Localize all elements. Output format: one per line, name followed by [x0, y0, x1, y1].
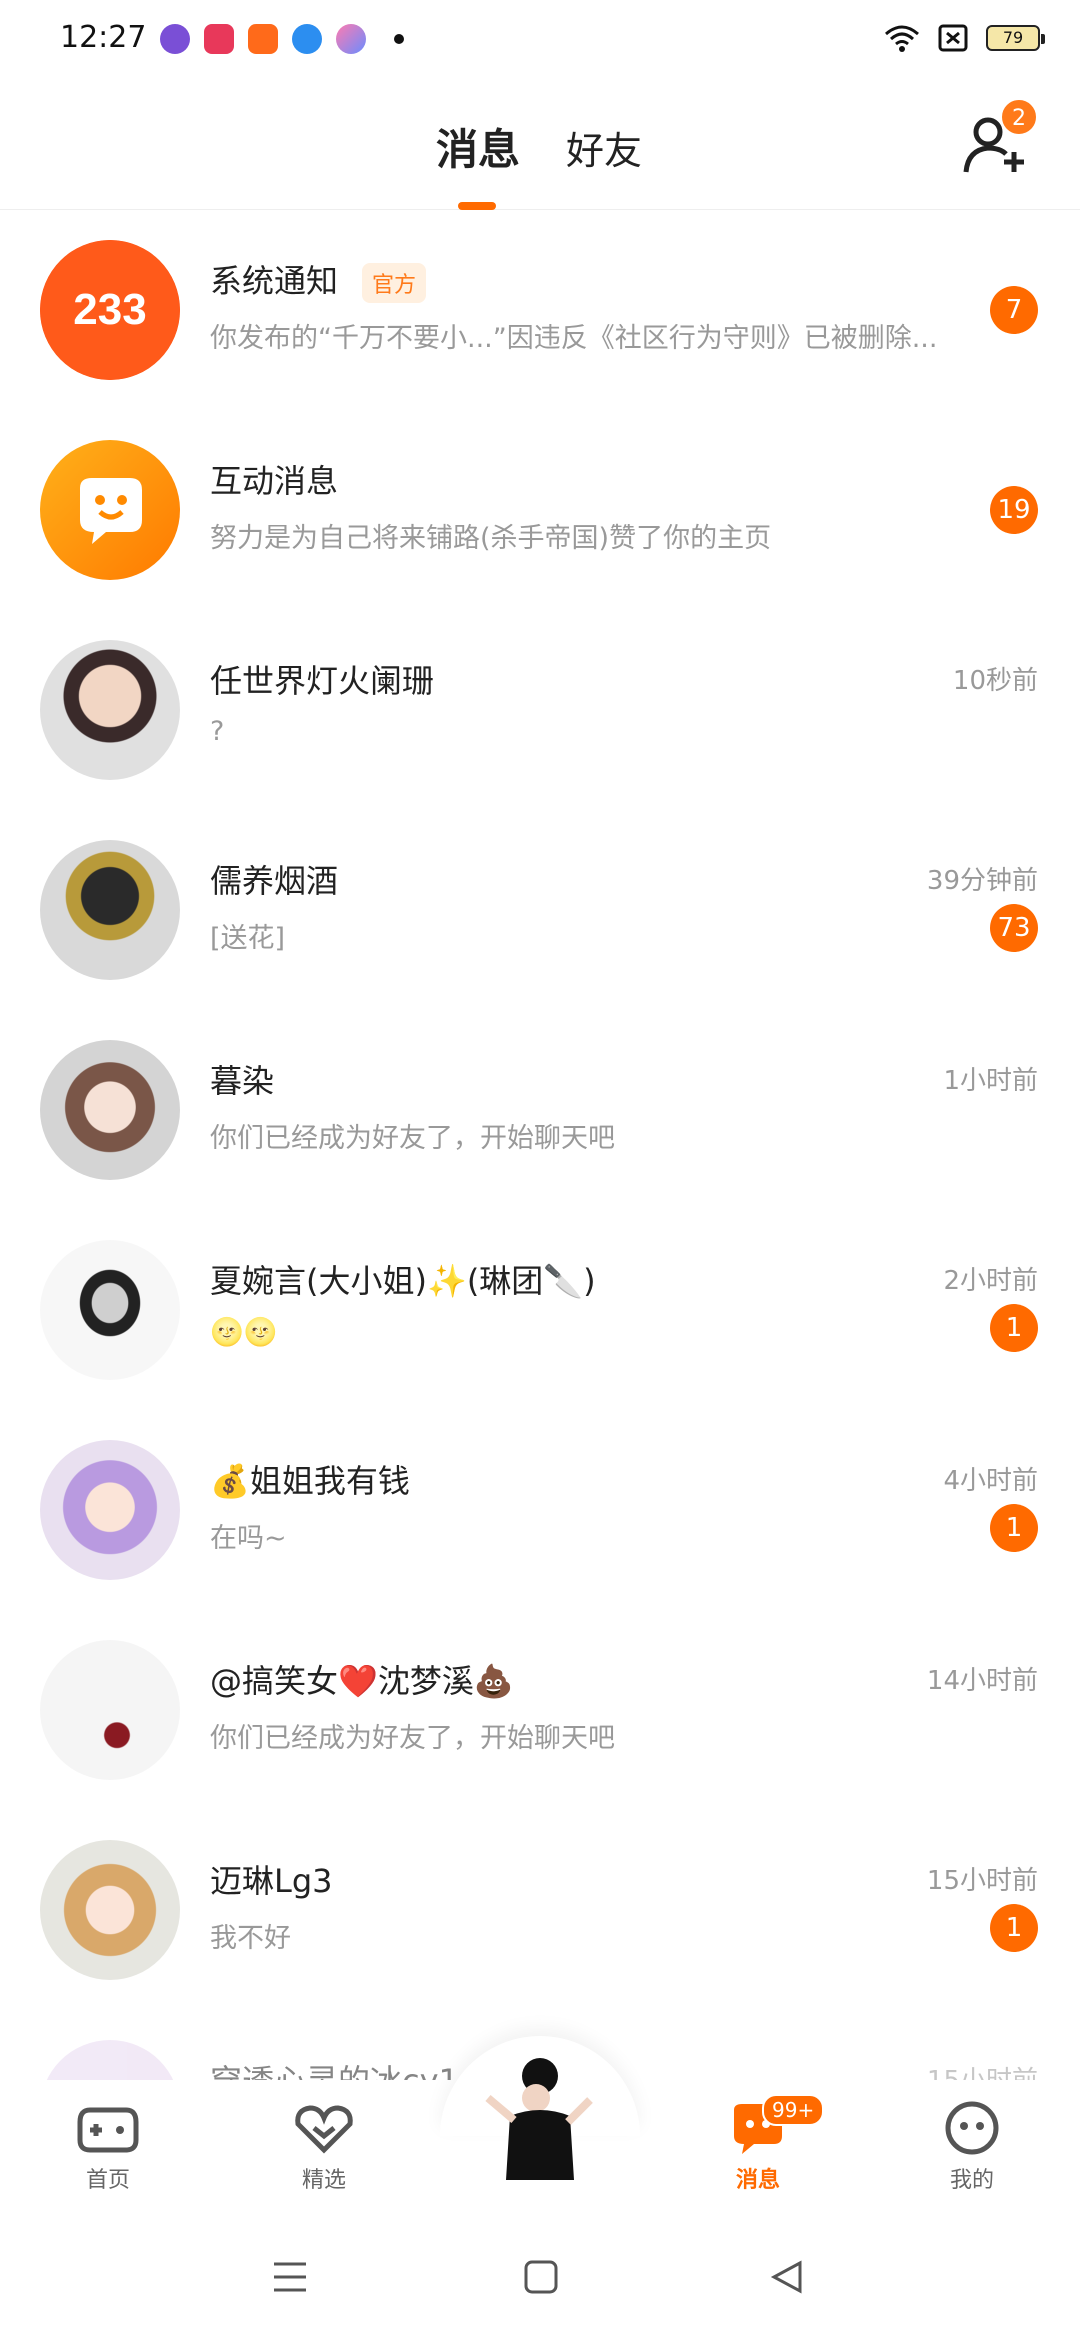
list-item[interactable]: 儒养烟酒 [送花] 39分钟前 73	[0, 810, 1080, 1010]
unread-count: 1	[990, 1504, 1038, 1552]
conversation-name-text: 系统通知	[210, 262, 339, 300]
no-sim-icon	[938, 24, 968, 52]
list-item[interactable]: 暮染 你们已经成为好友了，开始聊天吧 1小时前	[0, 1010, 1080, 1210]
battery-indicator: 79	[986, 25, 1045, 51]
list-item[interactable]: 夏婉言(大小姐)✨(琳团🔪) 🌝🌝 2小时前 1	[0, 1210, 1080, 1410]
avatar	[40, 640, 180, 780]
list-item[interactable]: 互动消息 努力是为自己将来铺路(杀手帝国)赞了你的主页 19	[0, 410, 1080, 610]
unread-count: 7	[990, 286, 1038, 334]
nav-messages-label: 消息	[735, 2168, 780, 2193]
more-notifications-dot	[394, 34, 404, 44]
system-navigation-bar	[0, 2220, 1080, 2340]
back-triangle-icon[interactable]	[770, 2260, 804, 2294]
bottom-navigation: 首页 精选 99+ 消息 我的	[0, 2036, 1080, 2220]
message-time: 4小时前	[943, 1466, 1038, 1496]
app-icon-2	[204, 24, 234, 54]
heart-badge-icon	[295, 2105, 353, 2154]
gamepad-icon	[77, 2107, 139, 2153]
message-preview: 🌝🌝	[210, 1317, 278, 1348]
unread-count: 1	[990, 1304, 1038, 1352]
conversation-name: @搞笑女❤️沈梦溪💩	[210, 1662, 514, 1700]
status-right: 79	[884, 24, 1045, 52]
unread-count: 1	[990, 1904, 1038, 1952]
unread-count: 73	[990, 904, 1038, 952]
unread-count: 19	[990, 486, 1038, 534]
conversation-name: 互动消息	[210, 462, 339, 500]
message-preview: 你们已经成为好友了，开始聊天吧	[210, 1123, 615, 1154]
233-logo-icon: 233	[40, 240, 180, 380]
avatar	[40, 1240, 180, 1380]
conversation-name: 迈琳Lg3	[210, 1862, 333, 1900]
wifi-icon	[885, 25, 919, 52]
chat-bubble-icon	[80, 478, 142, 544]
avatar	[40, 1640, 180, 1780]
message-time: 15小时前	[926, 1866, 1038, 1896]
status-bar: 12:27 79	[0, 0, 1080, 80]
nav-featured-label: 精选	[301, 2168, 346, 2193]
avatar	[40, 1440, 180, 1580]
nav-home-label: 首页	[85, 2168, 130, 2193]
conversation-name: 夏婉言(大小姐)✨(琳团🔪)	[210, 1262, 596, 1300]
svg-text:233: 233	[73, 285, 146, 334]
message-preview: 你们已经成为好友了，开始聊天吧	[210, 1723, 615, 1754]
message-preview: 努力是为自己将来铺路(杀手帝国)赞了你的主页	[210, 523, 772, 554]
message-time: 2小时前	[943, 1266, 1038, 1296]
message-list[interactable]: 233 系统通知 官方 你发布的“千万不要小...”因违反《社区行为守则》已被删除…	[0, 210, 1080, 2210]
avatar	[40, 1040, 180, 1180]
app-icon-4	[292, 24, 322, 54]
header: 消息 好友 2	[0, 80, 1080, 210]
add-friend-button[interactable]: 2	[960, 98, 1038, 180]
friend-request-badge: 2	[1000, 98, 1038, 136]
list-item[interactable]: 233 系统通知 官方 你发布的“千万不要小...”因违反《社区行为守则》已被删除…	[0, 210, 1080, 410]
message-preview: 在吗~	[210, 1523, 287, 1554]
nav-profile[interactable]: 我的	[912, 2100, 1032, 2194]
conversation-name: 任世界灯火阑珊	[210, 662, 435, 700]
avatar	[40, 440, 180, 580]
message-time: 14小时前	[926, 1666, 1038, 1696]
message-time: 1小时前	[943, 1066, 1038, 1096]
list-item[interactable]: 任世界灯火阑珊 ? 10秒前	[0, 610, 1080, 810]
app-icon-5	[336, 24, 366, 54]
center-avatar-button[interactable]	[470, 2040, 610, 2190]
conversation-name: 系统通知 官方	[210, 256, 427, 303]
conversation-name: 💰姐姐我有钱	[210, 1462, 410, 1500]
messages-badge: 99+	[762, 2094, 825, 2126]
home-square-icon[interactable]	[524, 2260, 558, 2294]
avatar: 233	[40, 240, 180, 380]
status-time: 12:27	[60, 20, 147, 55]
character-avatar-icon	[485, 2058, 593, 2180]
message-preview: 你发布的“千万不要小...”因违反《社区行为守则》已被删除...	[210, 323, 938, 354]
message-preview: [送花]	[210, 923, 286, 954]
message-time: 39分钟前	[926, 866, 1038, 896]
nav-profile-label: 我的	[949, 2168, 994, 2193]
nav-home[interactable]: 首页	[48, 2100, 168, 2194]
face-icon	[945, 2101, 999, 2155]
message-time: 10秒前	[952, 666, 1038, 696]
tab-friends[interactable]: 好友	[566, 120, 642, 175]
notification-icons	[160, 24, 404, 54]
active-tab-indicator	[458, 202, 496, 210]
tab-messages[interactable]: 消息	[436, 116, 520, 177]
avatar	[40, 840, 180, 980]
nav-messages[interactable]: 99+ 消息	[698, 2094, 825, 2194]
avatar	[40, 1840, 180, 1980]
list-item[interactable]: @搞笑女❤️沈梦溪💩 你们已经成为好友了，开始聊天吧 14小时前	[0, 1610, 1080, 1810]
conversation-name: 暮染	[210, 1062, 275, 1100]
menu-icon[interactable]	[272, 2260, 308, 2294]
message-preview: 我不好	[210, 1923, 291, 1954]
list-item[interactable]: 💰姐姐我有钱 在吗~ 4小时前 1	[0, 1410, 1080, 1610]
app-icon-3	[248, 24, 278, 54]
official-tag: 官方	[362, 263, 427, 303]
list-item[interactable]: 迈琳Lg3 我不好 15小时前 1	[0, 1810, 1080, 2010]
nav-featured[interactable]: 精选	[264, 2100, 384, 2194]
app-icon-1	[160, 24, 190, 54]
conversation-name: 儒养烟酒	[210, 862, 339, 900]
message-preview: ?	[210, 716, 225, 747]
